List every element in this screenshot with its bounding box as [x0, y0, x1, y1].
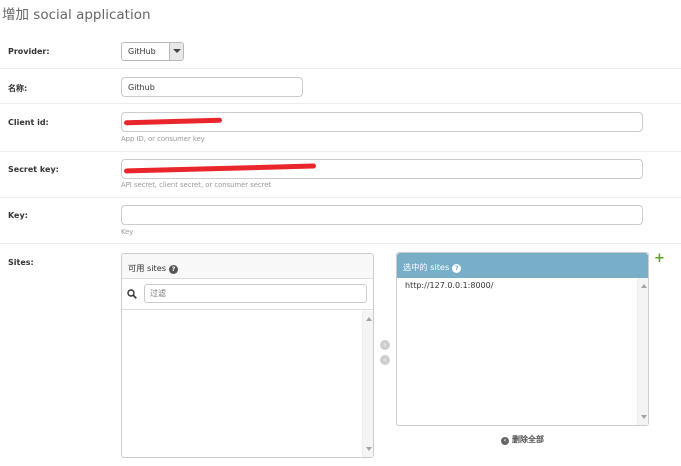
sites-label: Sites:: [8, 258, 34, 267]
scroll-up-arrow[interactable]: [366, 317, 372, 321]
available-sites-box: 可用 sites?: [121, 253, 374, 458]
remove-all-button[interactable]: ‹ 删除全部: [501, 434, 544, 445]
name-row: 名称:: [0, 69, 681, 104]
key-field[interactable]: [121, 205, 643, 225]
scrollbar[interactable]: [362, 311, 373, 457]
secret-key-label: Secret key:: [8, 165, 59, 174]
chevron-down-icon[interactable]: [169, 43, 183, 60]
remove-all-label: 删除全部: [512, 435, 544, 444]
help-icon: ?: [452, 264, 462, 273]
page-title: 增加 social application: [2, 7, 151, 23]
scroll-up-arrow[interactable]: [641, 284, 647, 288]
chosen-sites-list[interactable]: http://127.0.0.1:8000/: [397, 278, 648, 425]
provider-label: Provider:: [8, 47, 50, 56]
name-label: 名称:: [8, 84, 28, 93]
chosen-sites-title: 选中的 sites: [403, 262, 450, 272]
available-sites-list[interactable]: [122, 311, 373, 457]
available-sites-header: 可用 sites?: [122, 254, 373, 279]
available-sites-title: 可用 sites: [128, 263, 167, 273]
secret-key-field[interactable]: [121, 159, 643, 179]
arrow-right-icon[interactable]: ›: [380, 340, 390, 350]
client-id-help: App ID, or consumer key: [121, 135, 205, 143]
client-id-field[interactable]: [121, 112, 643, 132]
scrollbar[interactable]: [637, 278, 648, 425]
scroll-down-arrow[interactable]: [641, 415, 647, 419]
add-icon[interactable]: +: [654, 252, 665, 265]
name-field[interactable]: [121, 77, 303, 97]
search-icon: [127, 289, 137, 299]
chosen-sites-header: 选中的 sites?: [397, 253, 648, 278]
scroll-down-arrow[interactable]: [366, 447, 372, 451]
remove-all-icon: ‹: [501, 437, 509, 445]
client-id-label: Client id:: [8, 118, 49, 127]
filter-input[interactable]: [144, 284, 367, 303]
help-icon: ?: [169, 265, 179, 274]
redaction-mark: [123, 163, 317, 174]
filter-bar: [122, 279, 373, 310]
arrow-left-icon[interactable]: ‹: [380, 355, 390, 365]
list-item[interactable]: http://127.0.0.1:8000/: [405, 281, 493, 290]
key-help: Key: [121, 228, 134, 236]
provider-selected-value: GitHub: [128, 47, 156, 56]
redaction-mark: [123, 117, 223, 126]
chosen-sites-box: 选中的 sites? http://127.0.0.1:8000/: [396, 252, 649, 426]
key-label: Key:: [8, 211, 28, 220]
provider-select[interactable]: GitHub: [121, 42, 184, 61]
provider-row: Provider:: [0, 32, 681, 69]
secret-key-help: API secret, client secret, or consumer s…: [121, 181, 272, 189]
